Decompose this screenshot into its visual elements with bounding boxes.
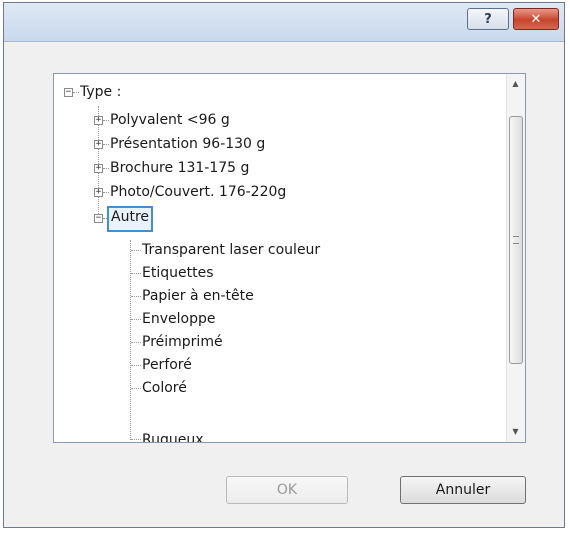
tree-connector bbox=[73, 92, 79, 93]
collapse-icon[interactable]: − bbox=[94, 214, 103, 223]
grip-icon bbox=[513, 236, 519, 244]
tree-connector bbox=[131, 342, 141, 343]
expand-icon[interactable]: + bbox=[94, 140, 103, 149]
tree-item-transparent[interactable]: Transparent laser couleur bbox=[142, 239, 320, 261]
tree-connector bbox=[103, 168, 109, 169]
tree-root-label: Type : bbox=[80, 84, 122, 100]
paper-type-dialog: ? ✕ − Type : + Polyvalent <96 g + Présen… bbox=[3, 2, 565, 528]
tree-connector bbox=[103, 144, 109, 145]
close-icon: ✕ bbox=[530, 11, 542, 27]
tree-item-perfore[interactable]: Perforé bbox=[142, 354, 192, 376]
tree-connector bbox=[131, 439, 141, 440]
scroll-up-arrow-icon[interactable]: ▲ bbox=[507, 75, 524, 92]
tree-connector bbox=[131, 365, 141, 366]
tree-connector bbox=[131, 388, 141, 389]
help-icon: ? bbox=[484, 11, 492, 27]
ok-button[interactable]: OK bbox=[226, 476, 348, 504]
title-bar: ? ✕ bbox=[4, 3, 564, 42]
expand-icon[interactable]: + bbox=[94, 116, 103, 125]
expand-icon[interactable]: + bbox=[94, 164, 103, 173]
tree-item-rugueux[interactable]: Rugueux bbox=[142, 429, 204, 442]
tree-item-brochure[interactable]: Brochure 131-175 g bbox=[110, 157, 249, 179]
vertical-scrollbar[interactable]: ▲ ▼ bbox=[506, 74, 525, 442]
scrollbar-thumb[interactable] bbox=[509, 116, 523, 364]
tree-connector bbox=[130, 240, 131, 440]
help-button[interactable]: ? bbox=[467, 8, 509, 30]
tree-item-colore[interactable]: Coloré bbox=[142, 377, 187, 399]
tree-item-autre[interactable]: Autre bbox=[107, 206, 154, 232]
tree-item-enveloppe[interactable]: Enveloppe bbox=[142, 308, 215, 330]
tree-connector bbox=[103, 192, 109, 193]
tree-item-presentation[interactable]: Présentation 96-130 g bbox=[110, 133, 265, 155]
tree-connector bbox=[131, 296, 141, 297]
tree-connector bbox=[131, 319, 141, 320]
scroll-down-arrow-icon[interactable]: ▼ bbox=[507, 423, 524, 440]
tree-item-papier-en-tete[interactable]: Papier à en-tête bbox=[142, 285, 254, 307]
close-button[interactable]: ✕ bbox=[513, 8, 559, 30]
tree-connector bbox=[103, 120, 109, 121]
tree-item-polyvalent[interactable]: Polyvalent <96 g bbox=[110, 109, 230, 131]
paper-type-tree[interactable]: − Type : + Polyvalent <96 g + Présentati… bbox=[53, 73, 526, 443]
tree-item-photo-couvert[interactable]: Photo/Couvert. 176-220g bbox=[110, 181, 286, 203]
tree-item-preimprime[interactable]: Préimprimé bbox=[142, 331, 223, 353]
expand-icon[interactable]: + bbox=[94, 188, 103, 197]
tree-item-etiquettes[interactable]: Etiquettes bbox=[142, 262, 213, 284]
tree-connector bbox=[131, 250, 141, 251]
cancel-button[interactable]: Annuler bbox=[400, 476, 526, 504]
tree-connector bbox=[131, 273, 141, 274]
collapse-icon[interactable]: − bbox=[64, 88, 73, 97]
